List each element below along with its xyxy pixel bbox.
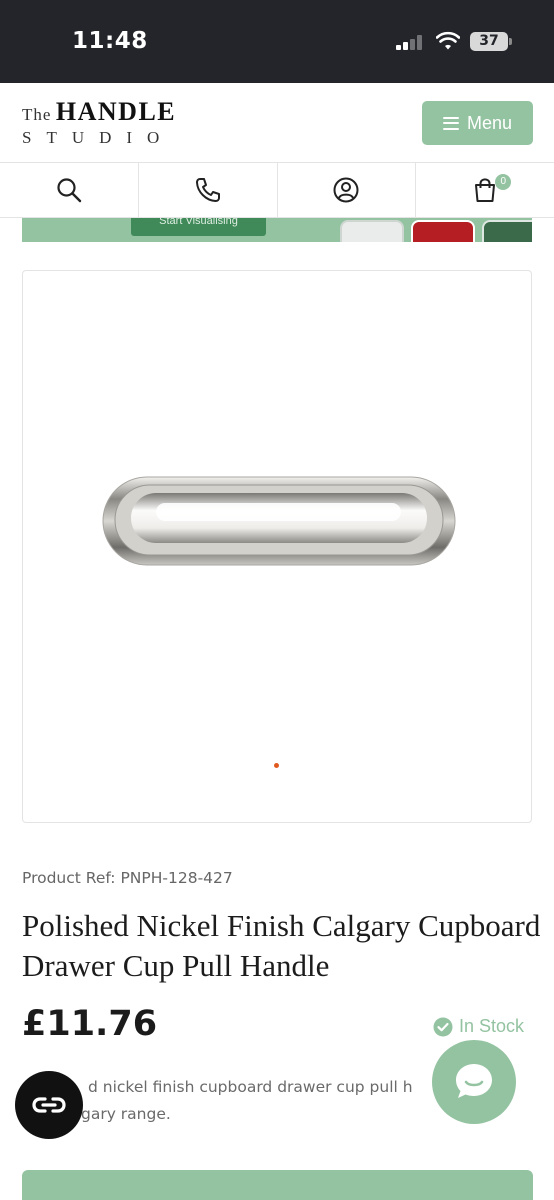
- stock-label: In Stock: [459, 1016, 525, 1036]
- search-icon: [57, 178, 82, 203]
- accessibility-icon: [32, 1097, 66, 1113]
- battery-icon: 37: [470, 32, 512, 51]
- site-header: The HANDLE STUDIO Menu: [0, 83, 554, 163]
- chat-button[interactable]: [432, 1040, 516, 1124]
- visualiser-banner[interactable]: Start Visualising: [22, 218, 532, 242]
- logo-studio: STUDIO: [22, 128, 175, 147]
- swatch-red: [411, 220, 475, 242]
- status-bar: 11:48 37: [0, 0, 554, 83]
- swatch-green: [482, 220, 532, 242]
- hamburger-icon: [442, 116, 459, 130]
- search-button[interactable]: [0, 163, 139, 217]
- description-line-1: d nickel finish cupboard drawer cup pull…: [88, 1078, 413, 1096]
- product-title: Polished Nickel Finish Calgary Cupboard …: [22, 908, 541, 983]
- signal-icon: [396, 34, 424, 50]
- accessibility-button[interactable]: [15, 1071, 83, 1139]
- logo-handle: HANDLE: [55, 97, 177, 126]
- product-ref: Product Ref: PNPH-128-427: [22, 869, 233, 887]
- wifi-icon: [436, 31, 460, 50]
- account-icon: [333, 177, 359, 203]
- product-price: £11.76: [22, 1004, 158, 1044]
- phone-icon: [195, 178, 220, 202]
- cart-count-badge: 0: [495, 174, 512, 190]
- product-image[interactable]: [101, 473, 457, 569]
- status-time: 11:48: [72, 28, 148, 54]
- swatch-white: [340, 220, 404, 242]
- start-visualising-button[interactable]: Start Visualising: [131, 218, 266, 236]
- menu-button[interactable]: Menu: [422, 101, 533, 145]
- icon-nav: 0: [0, 162, 554, 218]
- account-button[interactable]: [278, 163, 417, 217]
- check-circle-icon: [433, 1017, 453, 1036]
- phone-button[interactable]: [139, 163, 278, 217]
- add-to-basket-bar[interactable]: [22, 1170, 533, 1200]
- product-image-card[interactable]: [22, 270, 532, 823]
- logo-the: The: [22, 105, 52, 124]
- stock-status: In Stock: [433, 1016, 524, 1037]
- chat-icon: [456, 1064, 492, 1098]
- carousel-dot-active[interactable]: [274, 763, 279, 768]
- cart-button[interactable]: 0: [416, 163, 554, 217]
- menu-label: Menu: [466, 112, 513, 133]
- logo[interactable]: The HANDLE STUDIO: [22, 97, 176, 148]
